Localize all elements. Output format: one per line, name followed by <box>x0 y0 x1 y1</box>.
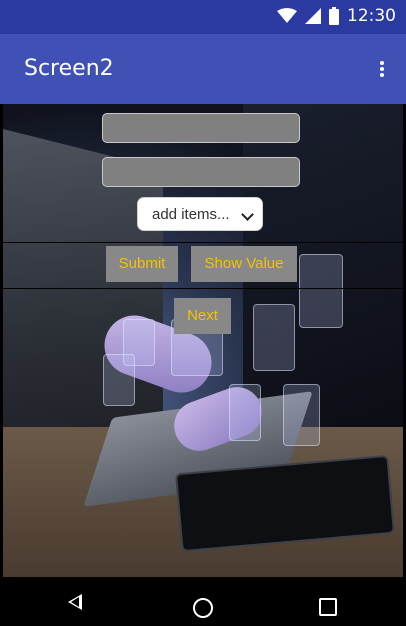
text-input-2[interactable] <box>102 157 300 187</box>
show-value-button[interactable]: Show Value <box>191 246 297 282</box>
home-icon[interactable] <box>193 598 213 618</box>
wifi-icon <box>277 8 297 23</box>
spinner-label: add items... <box>152 206 230 223</box>
add-items-spinner[interactable]: add items... <box>137 197 263 231</box>
app-title: Screen2 <box>24 56 114 81</box>
divider <box>3 288 403 289</box>
text-input-1[interactable] <box>102 113 300 143</box>
navigation-bar <box>0 578 406 626</box>
chevron-down-icon <box>241 208 254 221</box>
status-bar: 12:30 <box>0 0 406 34</box>
divider <box>3 242 403 243</box>
battery-icon <box>329 7 339 25</box>
recents-icon[interactable] <box>319 598 337 616</box>
app-bar: Screen2 <box>0 34 406 104</box>
submit-button[interactable]: Submit <box>106 246 178 282</box>
cell-signal-icon <box>305 8 321 24</box>
screen-content: add items... Submit Show Value Next <box>3 104 403 577</box>
next-button[interactable]: Next <box>174 298 231 334</box>
status-icons: 12:30 <box>277 6 396 26</box>
overflow-menu-icon[interactable] <box>376 61 388 79</box>
status-time: 12:30 <box>347 6 396 26</box>
back-icon[interactable] <box>68 594 82 610</box>
